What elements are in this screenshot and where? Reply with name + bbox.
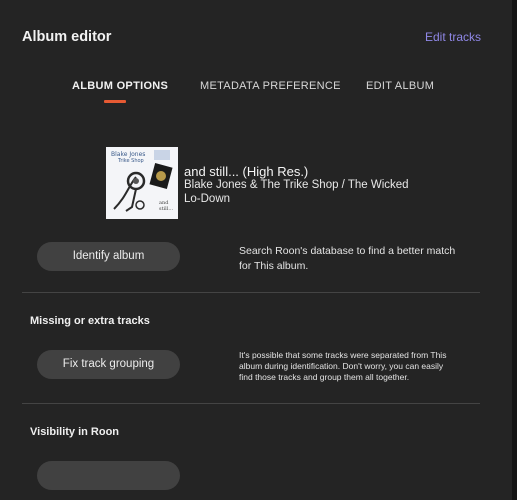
identify-description-line-1: Search Roon's database to find a better … [239,245,456,257]
album-artist-line-2: Lo-Down [184,192,231,205]
cover-text-artist: Blake Jones [111,151,146,158]
album-cover: Blake Jones Trike Shop and still... [106,147,178,219]
missing-tracks-description-line-1: It's possible that some tracks were sepa… [239,350,447,360]
section-divider [22,403,480,404]
identify-description: Search Roon's database to find a better … [239,244,455,273]
album-editor-dialog: Album editor Edit tracks ALBUM OPTIONS M… [0,0,512,500]
missing-tracks-description-line-2: album during identification. Don't worry… [239,361,444,371]
section-divider [22,292,480,293]
visibility-heading: Visibility in Roon [30,426,120,438]
visibility-button[interactable] [37,461,180,490]
tab-bar: ALBUM OPTIONS METADATA PREFERENCE EDIT A… [0,80,512,110]
fix-track-grouping-button[interactable]: Fix track grouping [37,350,180,379]
missing-tracks-description: It's possible that some tracks were sepa… [239,350,446,383]
missing-tracks-description-line-3: find those tracks and group them all tog… [239,372,410,382]
cover-text-band: Trike Shop [118,158,144,164]
edit-tracks-link[interactable]: Edit tracks [425,30,481,44]
identify-album-button[interactable]: Identify album [37,242,180,271]
album-artist-line-1: Blake Jones & The Trike Shop / The Wicke… [184,179,409,191]
missing-tracks-heading: Missing or extra tracks [30,315,150,327]
cover-text-title: and still... [159,200,174,212]
album-info: and still... (High Res.) Blake Jones & T… [184,164,414,206]
active-tab-indicator [104,100,126,103]
tab-metadata-preference[interactable]: METADATA PREFERENCE [200,80,341,92]
tab-album-options[interactable]: ALBUM OPTIONS [72,80,168,92]
identify-description-line-2: for This album. [239,259,309,272]
window-edge [512,0,517,500]
tab-edit-album[interactable]: EDIT ALBUM [366,80,434,92]
dialog-title: Album editor [22,29,112,45]
album-title: and still... (High Res.) [184,164,309,179]
